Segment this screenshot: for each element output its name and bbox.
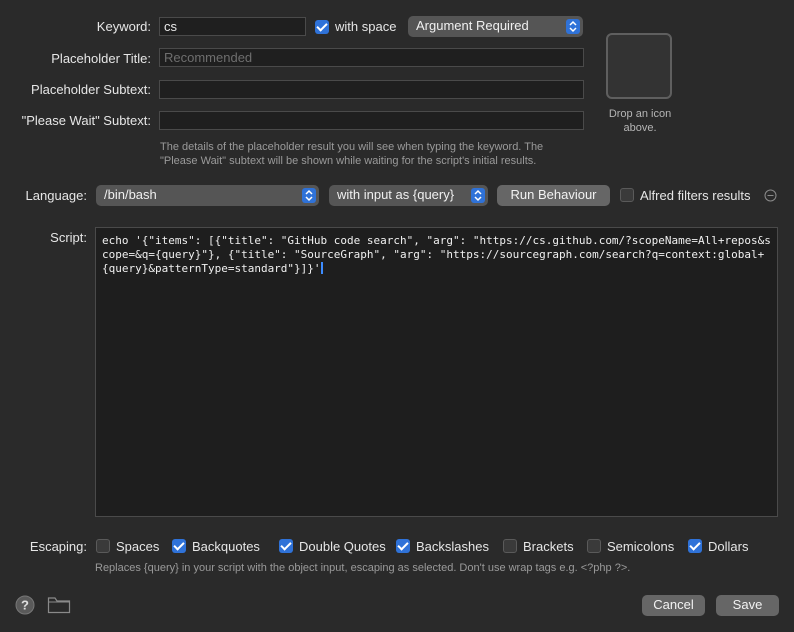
svg-text:?: ? [21, 598, 29, 613]
question-icon[interactable]: ? [15, 595, 35, 615]
escape-semicolons-checkbox[interactable] [587, 539, 601, 553]
escape-semicolons-label: Semicolons [607, 539, 675, 554]
placeholder-subtext-input[interactable] [159, 80, 584, 99]
argument-mode-value: Argument Required [416, 18, 529, 33]
please-wait-subtext-input[interactable] [159, 111, 584, 130]
alfred-filters-checkbox[interactable] [620, 188, 634, 202]
language-select[interactable]: /bin/bash [96, 185, 319, 206]
escape-spaces-checkbox[interactable] [96, 539, 110, 553]
keyword-label: Keyword: [96, 19, 151, 34]
escape-backslashes-checkbox[interactable] [396, 539, 410, 553]
escaping-help-text: Replaces {query} in your script with the… [95, 562, 631, 574]
updown-arrows-icon [566, 19, 580, 34]
escaping-label: Escaping: [29, 539, 87, 554]
escape-spaces-label: Spaces [116, 539, 160, 554]
script-content: echo '{"items": [{"title": "GitHub code … [102, 234, 771, 275]
escape-backquotes-label: Backquotes [192, 539, 260, 554]
updown-arrows-icon [471, 188, 485, 203]
icon-drop-label: Drop an icon above. [608, 108, 672, 134]
with-space-label: with space [335, 19, 397, 34]
placeholder-title-input[interactable] [159, 48, 584, 67]
script-label: Script: [50, 230, 87, 245]
language-value: /bin/bash [104, 187, 157, 202]
please-wait-subtext-label: "Please Wait" Subtext: [21, 113, 151, 128]
input-mode-value: with input as {query} [337, 187, 455, 202]
argument-mode-select[interactable]: Argument Required [408, 16, 583, 37]
with-space-checkbox[interactable] [315, 20, 329, 34]
placeholder-help-text: The details of the placeholder result yo… [160, 141, 544, 167]
save-button[interactable]: Save [716, 595, 779, 616]
escape-double-quotes-label: Double Quotes [299, 539, 386, 554]
keyword-input[interactable] [159, 17, 306, 36]
text-caret [320, 262, 323, 274]
placeholder-title-label: Placeholder Title: [51, 51, 151, 66]
escape-backquotes-checkbox[interactable] [172, 539, 186, 553]
updown-arrows-icon [302, 188, 316, 203]
escape-dollars-label: Dollars [708, 539, 749, 554]
script-editor[interactable]: echo '{"items": [{"title": "GitHub code … [95, 227, 778, 517]
escape-backslashes-label: Backslashes [416, 539, 489, 554]
folder-icon[interactable] [47, 596, 71, 614]
escape-brackets-checkbox[interactable] [503, 539, 517, 553]
placeholder-subtext-label: Placeholder Subtext: [31, 82, 151, 97]
alfred-filters-label: Alfred filters results [640, 188, 751, 203]
run-behaviour-button[interactable]: Run Behaviour [497, 185, 610, 206]
info-circle-icon[interactable] [764, 189, 777, 202]
language-label: Language: [25, 188, 87, 203]
cancel-button[interactable]: Cancel [642, 595, 705, 616]
escape-double-quotes-checkbox[interactable] [279, 539, 293, 553]
escape-dollars-checkbox[interactable] [688, 539, 702, 553]
icon-drop-well[interactable] [606, 33, 672, 99]
input-mode-select[interactable]: with input as {query} [329, 185, 488, 206]
escape-brackets-label: Brackets [523, 539, 574, 554]
